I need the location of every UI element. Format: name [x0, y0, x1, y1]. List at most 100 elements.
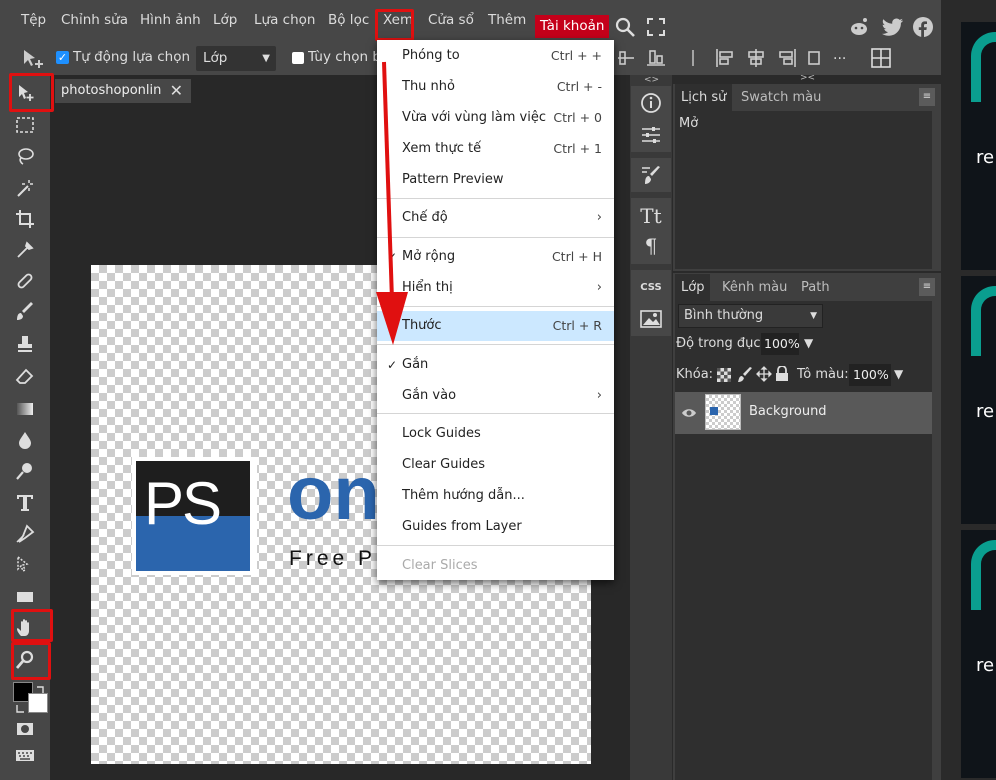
- ps-logo-text: PS: [144, 470, 222, 537]
- menu-bar: Tệp Chỉnh sửa Hình ảnh Lớp Lựa chọn Bộ l…: [0, 0, 960, 40]
- opacity-dropdown-icon[interactable]: ▼: [804, 336, 813, 350]
- view-menu-actual-size[interactable]: Xem thực tế Ctrl + 1: [377, 134, 614, 164]
- history-panel-menu-icon[interactable]: ≡: [919, 88, 935, 106]
- reset-colors-icon[interactable]: [15, 703, 25, 713]
- adjustments-icon[interactable]: [631, 118, 671, 152]
- distribute-icon[interactable]: [806, 49, 822, 67]
- crop-tool-icon[interactable]: [12, 206, 38, 232]
- align-vcenter-icon[interactable]: [618, 49, 634, 67]
- transform-options-checkbox[interactable]: [292, 52, 304, 64]
- view-menu-lock-guides[interactable]: Lock Guides: [377, 419, 614, 449]
- menu-image[interactable]: Hình ảnh: [140, 0, 201, 40]
- blend-mode-select[interactable]: Bình thường ▼: [678, 304, 823, 328]
- brush-settings-icon[interactable]: [631, 158, 671, 192]
- quick-mask-icon[interactable]: [12, 716, 38, 742]
- type-tool-icon[interactable]: [12, 489, 38, 515]
- lasso-tool-icon[interactable]: [12, 143, 38, 169]
- lock-transparency-icon[interactable]: [717, 368, 731, 382]
- pen-tool-icon[interactable]: [12, 521, 38, 547]
- lock-move-icon[interactable]: [756, 366, 772, 382]
- logo-wordmark: on: [287, 451, 380, 536]
- view-menu-clear-guides[interactable]: Clear Guides: [377, 450, 614, 480]
- view-menu-guides-from-layer[interactable]: Guides from Layer: [377, 512, 614, 542]
- lock-all-icon[interactable]: [775, 365, 789, 382]
- ad-card[interactable]: re: [961, 276, 996, 524]
- swap-colors-icon[interactable]: [36, 683, 46, 693]
- view-menu-fit-area[interactable]: Vừa với vùng làm việc Ctrl + 0: [377, 103, 614, 133]
- background-color-swatch[interactable]: [28, 693, 48, 713]
- ad-card[interactable]: re: [961, 530, 996, 778]
- shape-tool-icon[interactable]: [12, 584, 38, 610]
- grid-icon[interactable]: [871, 48, 891, 68]
- align-right-icon[interactable]: [776, 49, 796, 67]
- dodge-tool-icon[interactable]: [12, 458, 38, 484]
- stamp-tool-icon[interactable]: [12, 331, 38, 357]
- menu-layer[interactable]: Lớp: [213, 0, 237, 40]
- css-icon[interactable]: CSS: [631, 270, 671, 304]
- tab-layers[interactable]: Lớp: [675, 274, 711, 301]
- menu-item-shortcut: Ctrl + H: [551, 249, 602, 264]
- image-icon[interactable]: [631, 302, 671, 336]
- layers-panel-menu-icon[interactable]: ≡: [919, 278, 935, 296]
- gradient-tool-icon[interactable]: [12, 396, 38, 422]
- eyedropper-icon[interactable]: [12, 237, 38, 263]
- view-menu-new-guide[interactable]: Thêm hướng dẫn...: [377, 481, 614, 511]
- tab-paths[interactable]: Path: [801, 274, 830, 301]
- marquee-tool-icon[interactable]: [12, 112, 38, 138]
- collapse-right-icon[interactable]: ><: [800, 73, 815, 83]
- reddit-icon[interactable]: [848, 17, 870, 37]
- menu-account[interactable]: Tài khoản: [535, 15, 610, 38]
- fill-input[interactable]: 100%: [849, 364, 891, 386]
- info-icon[interactable]: [631, 86, 671, 120]
- history-entry[interactable]: Mở: [679, 116, 698, 131]
- healing-brush-icon[interactable]: [12, 268, 38, 294]
- eraser-tool-icon[interactable]: [12, 364, 38, 390]
- path-select-icon[interactable]: [12, 552, 38, 578]
- menu-filter[interactable]: Bộ lọc: [328, 0, 369, 40]
- facebook-icon[interactable]: [913, 17, 933, 37]
- menu-more[interactable]: Thêm: [488, 0, 526, 40]
- eye-icon[interactable]: [681, 405, 697, 421]
- view-menu-rulers[interactable]: Thước Ctrl + R: [377, 311, 614, 341]
- menu-select[interactable]: Lựa chọn: [254, 0, 315, 40]
- magic-wand-icon[interactable]: [12, 175, 38, 201]
- fill-label: Tô màu:: [797, 367, 849, 382]
- align-hcenter-icon[interactable]: [746, 49, 766, 67]
- align-left-icon[interactable]: [716, 49, 736, 67]
- search-icon[interactable]: [614, 16, 636, 38]
- brush-tool-icon[interactable]: [12, 299, 38, 325]
- character-panel-icon[interactable]: Tt ¶: [631, 198, 671, 264]
- view-menu-pattern-preview[interactable]: Pattern Preview: [377, 165, 614, 195]
- lock-paint-icon[interactable]: [737, 367, 753, 383]
- ad-card[interactable]: re: [961, 22, 996, 270]
- view-menu-snap-to[interactable]: Gắn vào ›: [377, 381, 614, 411]
- fill-dropdown-icon[interactable]: ▼: [894, 367, 903, 381]
- keyboard-icon[interactable]: [12, 742, 38, 768]
- tab-swatches[interactable]: Swatch màu: [741, 84, 821, 111]
- history-list: Mở: [675, 111, 932, 269]
- view-menu-mode[interactable]: Chế độ ›: [377, 203, 614, 233]
- opacity-input[interactable]: 100%: [761, 333, 800, 355]
- view-menu-extras[interactable]: ✓Mở rộngCtrl + H: [377, 242, 614, 272]
- twitter-icon[interactable]: [882, 18, 904, 36]
- collapse-left-icon[interactable]: <>: [644, 75, 659, 85]
- menu-edit[interactable]: Chỉnh sửa: [61, 0, 128, 40]
- menu-file[interactable]: Tệp: [21, 0, 46, 40]
- view-menu-show[interactable]: Hiển thị ›: [377, 273, 614, 303]
- character-icon: Tt: [640, 204, 662, 228]
- layer-row[interactable]: Background: [675, 392, 932, 434]
- layer-select[interactable]: Lớp ▼: [196, 46, 276, 71]
- view-menu-snap[interactable]: ✓ Gắn: [377, 350, 614, 380]
- auto-select-checkbox[interactable]: ✓: [56, 51, 69, 64]
- blur-tool-icon[interactable]: [12, 427, 38, 453]
- fullscreen-icon[interactable]: [646, 17, 666, 37]
- view-menu-zoom-out[interactable]: Thu nhỏ Ctrl + -: [377, 72, 614, 102]
- more-options[interactable]: ...: [833, 47, 846, 63]
- menu-window[interactable]: Cửa sổ: [428, 0, 474, 40]
- close-icon[interactable]: ✕: [170, 79, 183, 103]
- align-bottom-icon[interactable]: [647, 49, 665, 67]
- view-menu-zoom-in[interactable]: Phóng to Ctrl + +: [377, 41, 614, 71]
- tab-history[interactable]: Lịch sử: [675, 84, 733, 111]
- document-tab[interactable]: photoshoponlin ✕: [55, 79, 191, 103]
- tab-channels[interactable]: Kênh màu: [722, 274, 787, 301]
